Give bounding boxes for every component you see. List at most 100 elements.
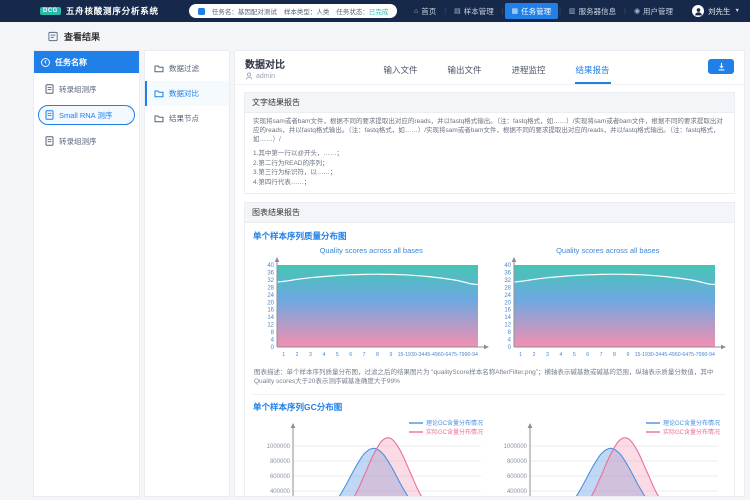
svg-text:20: 20 [504, 300, 511, 306]
status-badge: 已完成 [369, 9, 389, 16]
folder-icon [154, 89, 164, 98]
gc-charts-row: 0200000400000600000800000100000010203040… [253, 417, 726, 496]
gc-section-title: 单个样本序列GC分布图 [253, 401, 726, 413]
top-navbar: DCG 五舟核酸测序分析系统 任务名：基因配对测试 样本类型：人类 任务状态：已… [0, 0, 750, 22]
task-status: 任务状态：已完成 [336, 6, 388, 16]
sidebar-item-transcriptome-1[interactable]: 转录组测序 [38, 79, 135, 99]
user-menu[interactable]: 刘先生 ▼ [692, 5, 740, 17]
svg-text:4: 4 [271, 338, 275, 344]
node-item-data-filter[interactable]: 数据过滤 [145, 56, 229, 81]
svg-text:800000: 800000 [270, 459, 291, 465]
svg-text:600000: 600000 [270, 474, 291, 480]
nav-item-tasks[interactable]: ▦ 任务管理 [505, 3, 559, 19]
sidebar-item-small-rna[interactable]: Small RNA 测序 [38, 105, 135, 125]
svg-text:60-64: 60-64 [438, 352, 451, 358]
svg-text:14: 14 [268, 315, 275, 321]
svg-text:1000000: 1000000 [503, 444, 527, 450]
svg-text:9: 9 [626, 352, 629, 358]
gc-chart-right: 0200000400000600000800000100000010203040… [490, 417, 727, 496]
sample-icon: ▤ [454, 7, 461, 15]
svg-text:400000: 400000 [270, 489, 291, 495]
svg-text:7: 7 [363, 352, 366, 358]
user-name: 刘先生 [708, 6, 731, 17]
svg-text:45-49: 45-49 [661, 352, 674, 358]
svg-text:1000000: 1000000 [267, 444, 291, 450]
svg-text:9: 9 [390, 352, 393, 358]
svg-text:16: 16 [504, 308, 511, 314]
svg-text:理论GC含量分布情况: 理论GC含量分布情况 [663, 419, 720, 427]
svg-text:30-34: 30-34 [411, 352, 424, 358]
quality-chart-title: Quality scores across all bases [490, 246, 727, 255]
text-report-section: 文字结果报告 实现将sam或者bam文件，根据不同的要求提取出对应的reads，… [244, 92, 735, 194]
svg-text:28: 28 [268, 285, 275, 291]
quality-section-title: 单个样本序列质量分布图 [253, 230, 726, 242]
quality-chart-title: Quality scores across all bases [253, 246, 490, 255]
gc-chart-left-block: 0200000400000600000800000100000010203040… [253, 417, 490, 496]
page: DCG 五舟核酸测序分析系统 任务名：基因配对测试 样本类型：人类 任务状态：已… [0, 0, 750, 500]
owner-row: admin [245, 72, 285, 80]
tab-input-files[interactable]: 输入文件 [382, 58, 418, 84]
nav-item-samples[interactable]: ▤ 样本管理 [447, 3, 501, 19]
nav-item-users[interactable]: ◉ 用户管理 [627, 3, 680, 19]
nav-item-home[interactable]: ⌂ 首页 [407, 3, 443, 19]
node-item-data-compare[interactable]: 数据对比 [145, 81, 229, 106]
svg-text:6: 6 [350, 352, 353, 358]
task-icon: ▦ [512, 7, 519, 15]
svg-text:1: 1 [519, 352, 522, 358]
svg-text:1: 1 [283, 352, 286, 358]
main-panel: 数据对比 admin 输入文件 输出文件 进程监控 结果报告 [234, 50, 745, 497]
svg-text:75-79: 75-79 [452, 352, 465, 358]
svg-text:16: 16 [268, 308, 275, 314]
chart-report-header: 图表结果报告 [245, 203, 734, 223]
svg-text:40: 40 [268, 263, 275, 269]
page-title: 查看结果 [64, 30, 100, 43]
download-button[interactable] [708, 59, 734, 74]
svg-text:实际GC含量分布情况: 实际GC含量分布情况 [663, 428, 720, 436]
tab-output-files[interactable]: 输出文件 [446, 58, 482, 84]
quality-chart-left: 04812141620242832364012345678915-1930-34… [253, 256, 490, 364]
report-body: 文字结果报告 实现将sam或者bam文件，根据不同的要求提取出对应的reads，… [235, 85, 744, 496]
svg-text:12: 12 [504, 323, 511, 329]
svg-text:7: 7 [599, 352, 602, 358]
text-report-content: 实现将sam或者bam文件，根据不同的要求提取出对应的reads，并以fastq… [245, 113, 734, 193]
tab-process-monitor[interactable]: 进程监控 [511, 58, 547, 84]
svg-text:600000: 600000 [507, 474, 528, 480]
svg-text:5: 5 [573, 352, 576, 358]
report-list-item: 3.第三行为标识符，以……； [253, 168, 726, 177]
folder-icon [154, 114, 164, 123]
svg-text:36: 36 [504, 270, 511, 276]
folder-icon [154, 64, 164, 73]
svg-text:14: 14 [504, 315, 511, 321]
back-icon: ‹ [41, 58, 50, 67]
svg-text:15-19: 15-19 [398, 352, 411, 358]
svg-text:60-64: 60-64 [675, 352, 688, 358]
report-list-item: 2.第二行为READ的序列； [253, 159, 726, 168]
tab-result-report[interactable]: 结果报告 [575, 58, 611, 84]
main-header: 数据对比 admin 输入文件 输出文件 进程监控 结果报告 [235, 51, 744, 85]
svg-text:90-94: 90-94 [701, 352, 714, 358]
task-info-pill[interactable]: 任务名：基因配对测试 样本类型：人类 任务状态：已完成 [189, 4, 398, 18]
svg-text:2: 2 [296, 352, 299, 358]
sidebar-item-transcriptome-2[interactable]: 转录组测序 [38, 131, 135, 151]
document-icon [45, 84, 54, 94]
app-logo: DCG [40, 7, 61, 15]
svg-text:6: 6 [586, 352, 589, 358]
avatar [692, 5, 704, 17]
quality-chart-right-block: Quality scores across all bases 04812141… [490, 246, 727, 364]
nav-item-server[interactable]: ▥ 服务器信息 [562, 3, 623, 19]
node-item-result-node[interactable]: 结果节点 [145, 106, 229, 131]
svg-text:32: 32 [504, 278, 511, 284]
gc-chart-right-block: 0200000400000600000800000100000010203040… [490, 417, 727, 496]
person-icon [694, 7, 703, 16]
svg-text:90-94: 90-94 [465, 352, 478, 358]
task-badge-icon [198, 8, 205, 15]
person-icon [245, 72, 253, 80]
home-icon: ⌂ [414, 8, 418, 15]
svg-text:32: 32 [268, 278, 275, 284]
svg-text:15-19: 15-19 [634, 352, 647, 358]
task-sidebar-header[interactable]: ‹ 任务名称 [34, 51, 139, 73]
svg-text:24: 24 [268, 293, 275, 299]
node-title: 数据对比 [245, 56, 285, 71]
server-icon: ▥ [569, 7, 576, 15]
svg-text:4: 4 [323, 352, 326, 358]
